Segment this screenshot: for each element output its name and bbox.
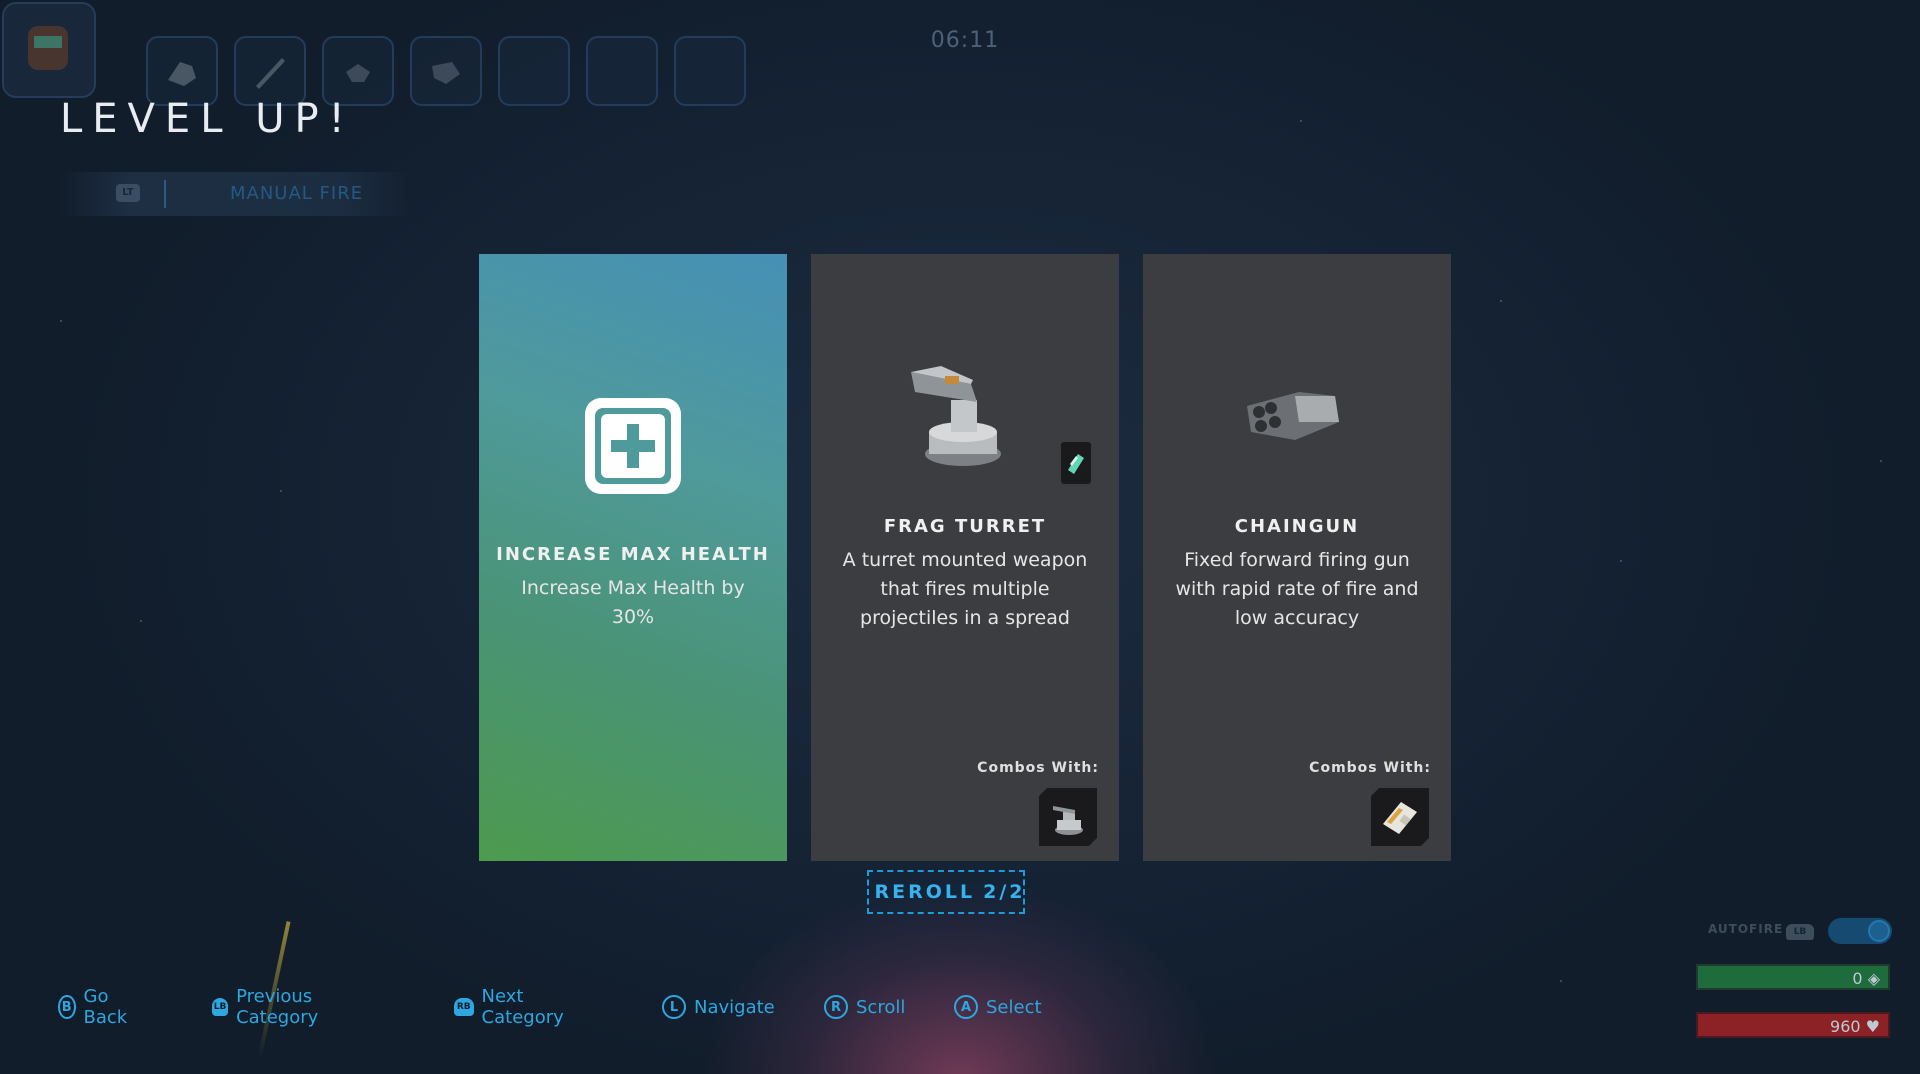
drone-icon (346, 64, 370, 82)
autofire-label: AUTOFIRE (1708, 922, 1784, 936)
equipment-slot-6[interactable] (586, 36, 658, 106)
go-back-hint[interactable]: B Go Back (58, 986, 134, 1028)
card-title: INCREASE MAX HEALTH (496, 544, 770, 565)
game-timer: 06:11 (930, 28, 1000, 53)
ammo-combo-icon (1371, 788, 1429, 846)
previous-category-hint[interactable]: LB Previous Category (212, 986, 330, 1028)
card-description: Increase Max Health by 30% (521, 577, 745, 628)
star (1300, 120, 1302, 122)
star (280, 490, 282, 492)
star (1620, 560, 1622, 562)
hint-label: Navigate (694, 996, 775, 1018)
reroll-count: 2/2 (983, 881, 1026, 903)
autofire-toggle[interactable] (1828, 918, 1892, 944)
star (1500, 300, 1502, 302)
category-label[interactable]: MANUAL FIRE (230, 183, 363, 204)
rifle-icon (256, 58, 285, 89)
reroll-button[interactable]: REROLL 2/2 (867, 870, 1025, 914)
upgrade-card-frag-turret[interactable]: FRAG TURRET A turret mounted weapon that… (811, 254, 1119, 861)
combos-label: Combos With: (977, 760, 1099, 776)
category-divider (164, 180, 166, 208)
weapon-tier-badge (1061, 442, 1091, 484)
combos-label: Combos With: (1309, 760, 1431, 776)
frag-turret-icon (911, 366, 1001, 466)
hint-label: Next Category (481, 986, 564, 1028)
health-bar: 960 ♥ (1696, 1012, 1890, 1038)
upgrade-card-chaingun[interactable]: CHAINGUN Fixed forward firing gun with r… (1143, 254, 1451, 861)
hint-label: Go Back (83, 986, 128, 1028)
frag-turret-icon (168, 62, 196, 86)
b-button-icon: B (58, 995, 76, 1019)
scroll-hint[interactable]: R Scroll (824, 992, 905, 1022)
shield-bar: 0 ◈ (1696, 964, 1890, 990)
lb-button-icon: LB (1786, 924, 1814, 940)
reroll-label: REROLL (874, 881, 976, 903)
equipment-slot-5[interactable] (498, 36, 570, 106)
player-avatar (2, 2, 96, 98)
shield-value: 0 (1852, 969, 1863, 988)
shield-icon: ◈ (1867, 969, 1880, 988)
page-title: LEVEL UP! (60, 96, 355, 142)
heart-icon: ♥ (1865, 1017, 1880, 1036)
lt-button-icon[interactable]: LT (116, 184, 140, 202)
ammo-tier-icon (1068, 454, 1084, 474)
hint-label: Previous Category (236, 986, 319, 1028)
star (1560, 980, 1562, 982)
turret-combo-icon (1039, 788, 1097, 846)
chaingun-icon (432, 62, 460, 84)
toggle-knob (1868, 920, 1890, 942)
star (60, 320, 62, 322)
rb-button-icon: RB (454, 998, 474, 1016)
card-title: CHAINGUN (1234, 516, 1360, 537)
card-title: FRAG TURRET (883, 516, 1047, 537)
navigate-hint[interactable]: L Navigate (662, 992, 775, 1022)
select-hint[interactable]: A Select (954, 992, 1042, 1022)
lb-button-icon: LB (212, 998, 229, 1016)
right-stick-icon: R (824, 995, 848, 1019)
health-value: 960 (1830, 1017, 1861, 1036)
card-description: Fixed forward firing gun with rapid rate… (1175, 549, 1419, 629)
left-stick-icon: L (662, 995, 686, 1019)
equipment-slot-4[interactable] (410, 36, 482, 106)
star (140, 620, 142, 622)
star (1880, 460, 1882, 462)
next-category-hint[interactable]: RB Next Category (454, 986, 572, 1028)
chaingun-icon (1247, 392, 1339, 440)
card-description: A turret mounted weapon that fires multi… (842, 549, 1088, 629)
health-plus-icon (585, 398, 681, 494)
hint-label: Select (986, 996, 1042, 1018)
a-button-icon: A (954, 995, 978, 1019)
hint-label: Scroll (856, 996, 906, 1018)
upgrade-card-max-health[interactable]: INCREASE MAX HEALTH Increase Max Health … (479, 254, 787, 861)
equipment-slot-7[interactable] (674, 36, 746, 106)
